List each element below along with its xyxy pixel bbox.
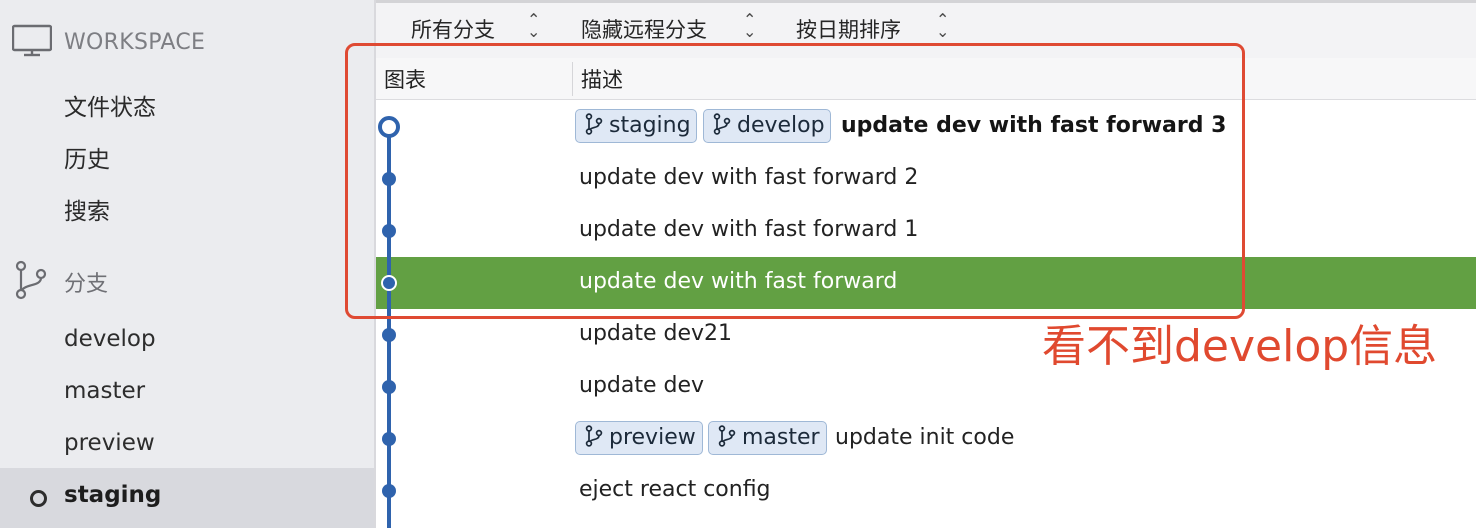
graph-commit-node <box>382 432 396 446</box>
sort-order-select[interactable]: 按日期排序 <box>796 14 901 44</box>
annotation-text: 看不到develop信息 <box>1042 321 1438 372</box>
commit-row[interactable]: preview master update init code <box>376 413 1476 465</box>
branch-filter-select[interactable]: 所有分支 <box>411 14 495 44</box>
commit-message: update init code <box>835 425 1015 450</box>
branch-icon <box>15 260 47 300</box>
graph-commit-node <box>382 380 396 394</box>
sidebar-branch-preview[interactable]: preview <box>64 430 155 456</box>
workspace-title: WORKSPACE <box>64 30 206 55</box>
monitor-icon <box>12 24 52 57</box>
sidebar-branch-staging-row[interactable] <box>0 468 374 528</box>
commit-message: update dev21 <box>579 321 733 346</box>
commit-message: eject react config <box>579 477 771 502</box>
annotation-highlight-box <box>345 43 1245 319</box>
commit-row[interactable]: eject react config <box>376 465 1476 517</box>
remote-filter-select[interactable]: 隐藏远程分支 <box>581 14 707 44</box>
sidebar <box>0 0 374 528</box>
commit-message: update dev <box>579 373 705 398</box>
branches-section-title[interactable]: 分支 <box>64 266 108 298</box>
branch-tag-preview[interactable]: preview <box>575 421 703 455</box>
sidebar-branch-staging[interactable]: staging <box>64 482 161 508</box>
chevron-updown-icon[interactable]: ⌃ ⌄ <box>527 12 540 40</box>
branch-icon <box>718 425 736 447</box>
nav-history[interactable]: 历史 <box>64 140 110 174</box>
chevron-updown-icon[interactable]: ⌃ ⌄ <box>743 12 756 40</box>
chevron-updown-icon[interactable]: ⌃ ⌄ <box>936 12 949 40</box>
nav-file-status[interactable]: 文件状态 <box>64 88 156 122</box>
sidebar-branch-master[interactable]: master <box>64 378 145 404</box>
branch-icon <box>585 425 603 447</box>
branch-tag-master[interactable]: master <box>708 421 827 455</box>
graph-commit-node <box>382 328 396 342</box>
branch-tag-label: master <box>742 425 820 450</box>
sidebar-branch-develop[interactable]: develop <box>64 326 156 352</box>
graph-commit-node <box>382 484 396 498</box>
nav-search[interactable]: 搜索 <box>64 192 110 226</box>
branch-tag-label: preview <box>609 425 696 450</box>
current-branch-icon <box>30 490 47 507</box>
